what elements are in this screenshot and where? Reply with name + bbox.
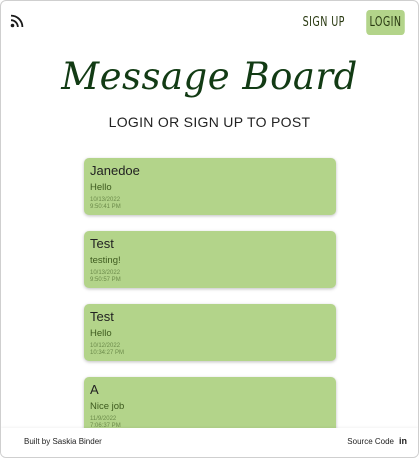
post-author: A <box>90 382 99 397</box>
post-time: 10:34:27 PM <box>90 350 125 356</box>
post-date: 10/12/2022 <box>90 343 121 349</box>
post-time: 9:50:57 PM <box>90 277 121 283</box>
page-subtitle: LOGIN OR SIGN UP TO POST <box>108 114 311 130</box>
post-date: 10/13/2022 <box>90 270 121 276</box>
post-author: Test <box>90 309 114 324</box>
rss-icon[interactable] <box>10 14 24 28</box>
app-window: SIGN UP LOGIN Message Board LOGIN OR SIG… <box>0 0 419 458</box>
page-title: Message Board <box>61 55 358 98</box>
post-time: 9:50:41 PM <box>90 204 121 210</box>
footer-links: Source Code in <box>347 436 407 446</box>
post-author: Test <box>90 236 114 251</box>
footer-credit: Built by Saskia Binder <box>24 437 102 446</box>
post-message: Hello <box>90 328 112 339</box>
footer: Built by Saskia Binder Source Code in <box>1 428 418 457</box>
post-card: Test Hello 10/12/2022 10:34:27 PM <box>84 304 336 361</box>
post-card: Janedoe Hello 10/13/2022 9:50:41 PM <box>84 158 336 215</box>
top-nav: SIGN UP LOGIN <box>298 10 409 35</box>
post-list: Janedoe Hello 10/13/2022 9:50:41 PM Test… <box>84 158 336 450</box>
signup-link[interactable]: SIGN UP <box>303 11 345 34</box>
login-button[interactable]: LOGIN <box>366 10 405 35</box>
post-message: testing! <box>90 255 121 266</box>
post-card: Test testing! 10/13/2022 9:50:57 PM <box>84 231 336 288</box>
linkedin-icon[interactable]: in <box>399 436 407 446</box>
post-message: Hello <box>90 182 112 193</box>
post-author: Janedoe <box>90 163 140 178</box>
post-message: Nice job <box>90 401 125 412</box>
post-date: 10/13/2022 <box>90 197 121 203</box>
source-code-link[interactable]: Source Code <box>347 437 394 446</box>
post-card: A Nice job 11/9/2022 7:06:37 PM <box>84 377 336 434</box>
post-date: 11/9/2022 <box>90 416 117 422</box>
